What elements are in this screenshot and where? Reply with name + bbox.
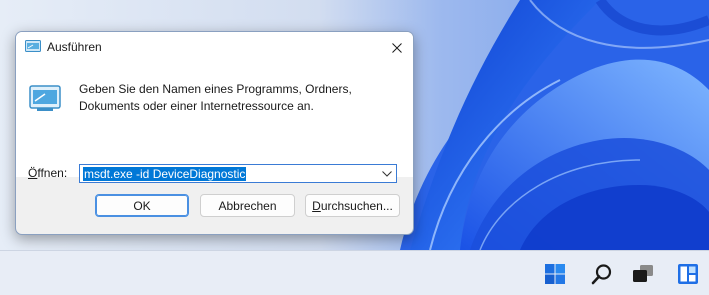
open-label-text: ffnen:	[37, 166, 68, 180]
run-dialog: Ausführen Geben Sie den Namen eines Prog…	[15, 31, 414, 235]
close-icon	[392, 42, 402, 53]
widgets-button[interactable]	[675, 261, 701, 287]
browse-mnemonic: D	[312, 198, 321, 213]
task-view-icon	[633, 265, 653, 282]
browse-button[interactable]: Durchsuchen...	[305, 194, 400, 217]
task-view-button[interactable]	[630, 261, 656, 287]
open-label: Öffnen:	[28, 166, 67, 180]
search-button[interactable]	[589, 261, 615, 287]
dialog-description: Geben Sie den Namen eines Programms, Ord…	[79, 82, 352, 113]
start-icon	[545, 264, 565, 284]
browse-label-text: urchsuchen...	[320, 198, 393, 213]
dialog-content: Geben Sie den Namen eines Programms, Ord…	[16, 63, 413, 183]
dropdown-arrow[interactable]	[381, 167, 393, 181]
open-input-value[interactable]: msdt.exe -id DeviceDiagnostic	[83, 167, 247, 181]
run-program-icon	[29, 85, 61, 111]
widgets-icon	[678, 264, 698, 284]
ok-button[interactable]: OK	[95, 194, 189, 217]
search-icon	[591, 264, 612, 285]
title-bar[interactable]: Ausführen	[16, 32, 413, 63]
run-app-icon	[25, 40, 41, 52]
cancel-button[interactable]: Abbrechen	[200, 194, 295, 217]
chevron-down-icon	[382, 171, 392, 177]
open-label-mnemonic: Ö	[28, 166, 38, 180]
start-button[interactable]	[542, 261, 568, 287]
taskbar	[0, 250, 709, 295]
open-combobox[interactable]: msdt.exe -id DeviceDiagnostic	[79, 164, 397, 183]
close-button[interactable]	[381, 32, 413, 63]
desktop: Ausführen Geben Sie den Namen eines Prog…	[0, 0, 709, 295]
dialog-title: Ausführen	[47, 40, 102, 54]
